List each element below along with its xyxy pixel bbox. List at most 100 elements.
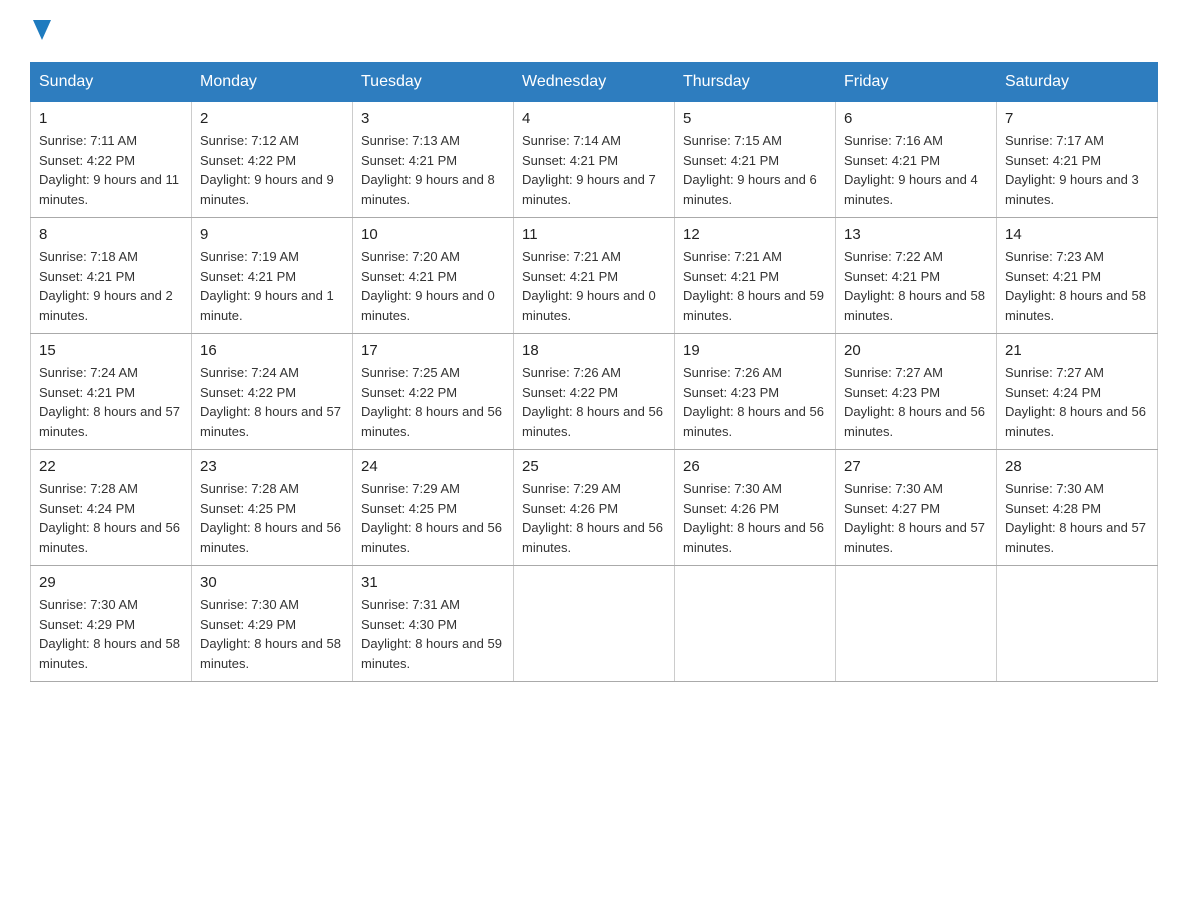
day-number: 12 xyxy=(683,226,827,243)
day-number: 7 xyxy=(1005,110,1149,127)
calendar-cell: 8 Sunrise: 7:18 AMSunset: 4:21 PMDaylight… xyxy=(31,218,192,334)
logo-arrow-icon xyxy=(33,20,51,42)
calendar-cell: 28 Sunrise: 7:30 AMSunset: 4:28 PMDayligh… xyxy=(997,450,1158,566)
day-info: Sunrise: 7:24 AMSunset: 4:22 PMDaylight:… xyxy=(200,365,341,439)
day-info: Sunrise: 7:27 AMSunset: 4:24 PMDaylight:… xyxy=(1005,365,1146,439)
day-number: 9 xyxy=(200,226,344,243)
day-info: Sunrise: 7:23 AMSunset: 4:21 PMDaylight:… xyxy=(1005,249,1146,323)
day-info: Sunrise: 7:16 AMSunset: 4:21 PMDaylight:… xyxy=(844,133,978,207)
calendar-cell: 26 Sunrise: 7:30 AMSunset: 4:26 PMDayligh… xyxy=(675,450,836,566)
day-info: Sunrise: 7:13 AMSunset: 4:21 PMDaylight:… xyxy=(361,133,495,207)
calendar-cell xyxy=(675,566,836,682)
day-number: 11 xyxy=(522,226,666,243)
calendar-cell: 19Sunrise: 7:26 AMSunset: 4:23 PMDayligh… xyxy=(675,334,836,450)
day-number: 27 xyxy=(844,458,988,475)
day-info: Sunrise: 7:30 AMSunset: 4:29 PMDaylight:… xyxy=(39,597,180,671)
calendar-cell: 5 Sunrise: 7:15 AMSunset: 4:21 PMDaylight… xyxy=(675,102,836,218)
day-number: 31 xyxy=(361,574,505,591)
day-info: Sunrise: 7:18 AMSunset: 4:21 PMDaylight:… xyxy=(39,249,173,323)
day-info: Sunrise: 7:27 AMSunset: 4:23 PMDaylight:… xyxy=(844,365,985,439)
day-number: 25 xyxy=(522,458,666,475)
day-info: Sunrise: 7:25 AMSunset: 4:22 PMDaylight:… xyxy=(361,365,502,439)
calendar-cell: 24 Sunrise: 7:29 AMSunset: 4:25 PMDayligh… xyxy=(353,450,514,566)
day-number: 18 xyxy=(522,342,666,359)
day-info: Sunrise: 7:31 AMSunset: 4:30 PMDaylight:… xyxy=(361,597,502,671)
day-number: 30 xyxy=(200,574,344,591)
calendar-table: SundayMondayTuesdayWednesdayThursdayFrid… xyxy=(30,62,1158,682)
calendar-header-row: SundayMondayTuesdayWednesdayThursdayFrid… xyxy=(31,63,1158,102)
day-number: 1 xyxy=(39,110,183,127)
day-number: 6 xyxy=(844,110,988,127)
calendar-week-row: 15 Sunrise: 7:24 AMSunset: 4:21 PMDayligh… xyxy=(31,334,1158,450)
day-info: Sunrise: 7:29 AMSunset: 4:25 PMDaylight:… xyxy=(361,481,502,555)
day-info: Sunrise: 7:21 AMSunset: 4:21 PMDaylight:… xyxy=(522,249,656,323)
logo xyxy=(30,20,51,42)
day-info: Sunrise: 7:21 AMSunset: 4:21 PMDaylight:… xyxy=(683,249,824,323)
day-number: 13 xyxy=(844,226,988,243)
day-number: 17 xyxy=(361,342,505,359)
day-number: 23 xyxy=(200,458,344,475)
calendar-cell: 22 Sunrise: 7:28 AMSunset: 4:24 PMDayligh… xyxy=(31,450,192,566)
calendar-cell: 13 Sunrise: 7:22 AMSunset: 4:21 PMDayligh… xyxy=(836,218,997,334)
day-info: Sunrise: 7:19 AMSunset: 4:21 PMDaylight:… xyxy=(200,249,334,323)
day-info: Sunrise: 7:14 AMSunset: 4:21 PMDaylight:… xyxy=(522,133,656,207)
calendar-cell: 15 Sunrise: 7:24 AMSunset: 4:21 PMDayligh… xyxy=(31,334,192,450)
calendar-cell: 16 Sunrise: 7:24 AMSunset: 4:22 PMDayligh… xyxy=(192,334,353,450)
day-number: 28 xyxy=(1005,458,1149,475)
calendar-cell: 27 Sunrise: 7:30 AMSunset: 4:27 PMDayligh… xyxy=(836,450,997,566)
day-info: Sunrise: 7:17 AMSunset: 4:21 PMDaylight:… xyxy=(1005,133,1139,207)
calendar-cell xyxy=(514,566,675,682)
day-info: Sunrise: 7:30 AMSunset: 4:26 PMDaylight:… xyxy=(683,481,824,555)
day-number: 22 xyxy=(39,458,183,475)
calendar-cell: 29 Sunrise: 7:30 AMSunset: 4:29 PMDayligh… xyxy=(31,566,192,682)
day-info: Sunrise: 7:15 AMSunset: 4:21 PMDaylight:… xyxy=(683,133,817,207)
day-info: Sunrise: 7:28 AMSunset: 4:24 PMDaylight:… xyxy=(39,481,180,555)
day-number: 4 xyxy=(522,110,666,127)
day-info: Sunrise: 7:30 AMSunset: 4:29 PMDaylight:… xyxy=(200,597,341,671)
calendar-cell: 6 Sunrise: 7:16 AMSunset: 4:21 PMDaylight… xyxy=(836,102,997,218)
calendar-cell: 20 Sunrise: 7:27 AMSunset: 4:23 PMDayligh… xyxy=(836,334,997,450)
calendar-cell: 11 Sunrise: 7:21 AMSunset: 4:21 PMDayligh… xyxy=(514,218,675,334)
day-info: Sunrise: 7:26 AMSunset: 4:22 PMDaylight:… xyxy=(522,365,663,439)
calendar-cell: 12 Sunrise: 7:21 AMSunset: 4:21 PMDayligh… xyxy=(675,218,836,334)
day-info: Sunrise: 7:11 AMSunset: 4:22 PMDaylight:… xyxy=(39,133,179,207)
day-info: Sunrise: 7:22 AMSunset: 4:21 PMDaylight:… xyxy=(844,249,985,323)
day-number: 16 xyxy=(200,342,344,359)
day-info: Sunrise: 7:30 AMSunset: 4:28 PMDaylight:… xyxy=(1005,481,1146,555)
day-info: Sunrise: 7:24 AMSunset: 4:21 PMDaylight:… xyxy=(39,365,180,439)
day-number: 14 xyxy=(1005,226,1149,243)
day-number: 29 xyxy=(39,574,183,591)
header-monday: Monday xyxy=(192,63,353,102)
day-number: 19 xyxy=(683,342,827,359)
day-number: 24 xyxy=(361,458,505,475)
day-number: 5 xyxy=(683,110,827,127)
calendar-cell: 17 Sunrise: 7:25 AMSunset: 4:22 PMDayligh… xyxy=(353,334,514,450)
calendar-cell: 7 Sunrise: 7:17 AMSunset: 4:21 PMDaylight… xyxy=(997,102,1158,218)
day-number: 3 xyxy=(361,110,505,127)
calendar-week-row: 22 Sunrise: 7:28 AMSunset: 4:24 PMDayligh… xyxy=(31,450,1158,566)
calendar-week-row: 8 Sunrise: 7:18 AMSunset: 4:21 PMDaylight… xyxy=(31,218,1158,334)
day-number: 26 xyxy=(683,458,827,475)
page-header xyxy=(30,20,1158,42)
calendar-cell: 31 Sunrise: 7:31 AMSunset: 4:30 PMDayligh… xyxy=(353,566,514,682)
calendar-cell: 4 Sunrise: 7:14 AMSunset: 4:21 PMDaylight… xyxy=(514,102,675,218)
day-number: 21 xyxy=(1005,342,1149,359)
day-info: Sunrise: 7:12 AMSunset: 4:22 PMDaylight:… xyxy=(200,133,334,207)
calendar-cell: 25Sunrise: 7:29 AMSunset: 4:26 PMDayligh… xyxy=(514,450,675,566)
calendar-cell: 3 Sunrise: 7:13 AMSunset: 4:21 PMDaylight… xyxy=(353,102,514,218)
calendar-cell: 10Sunrise: 7:20 AMSunset: 4:21 PMDayligh… xyxy=(353,218,514,334)
calendar-cell: 14 Sunrise: 7:23 AMSunset: 4:21 PMDayligh… xyxy=(997,218,1158,334)
day-info: Sunrise: 7:28 AMSunset: 4:25 PMDaylight:… xyxy=(200,481,341,555)
day-number: 15 xyxy=(39,342,183,359)
day-number: 2 xyxy=(200,110,344,127)
header-friday: Friday xyxy=(836,63,997,102)
calendar-cell xyxy=(836,566,997,682)
day-number: 20 xyxy=(844,342,988,359)
calendar-cell: 1 Sunrise: 7:11 AMSunset: 4:22 PMDaylight… xyxy=(31,102,192,218)
day-number: 8 xyxy=(39,226,183,243)
calendar-week-row: 1 Sunrise: 7:11 AMSunset: 4:22 PMDaylight… xyxy=(31,102,1158,218)
day-info: Sunrise: 7:30 AMSunset: 4:27 PMDaylight:… xyxy=(844,481,985,555)
calendar-week-row: 29 Sunrise: 7:30 AMSunset: 4:29 PMDayligh… xyxy=(31,566,1158,682)
day-number: 10 xyxy=(361,226,505,243)
calendar-cell: 18 Sunrise: 7:26 AMSunset: 4:22 PMDayligh… xyxy=(514,334,675,450)
